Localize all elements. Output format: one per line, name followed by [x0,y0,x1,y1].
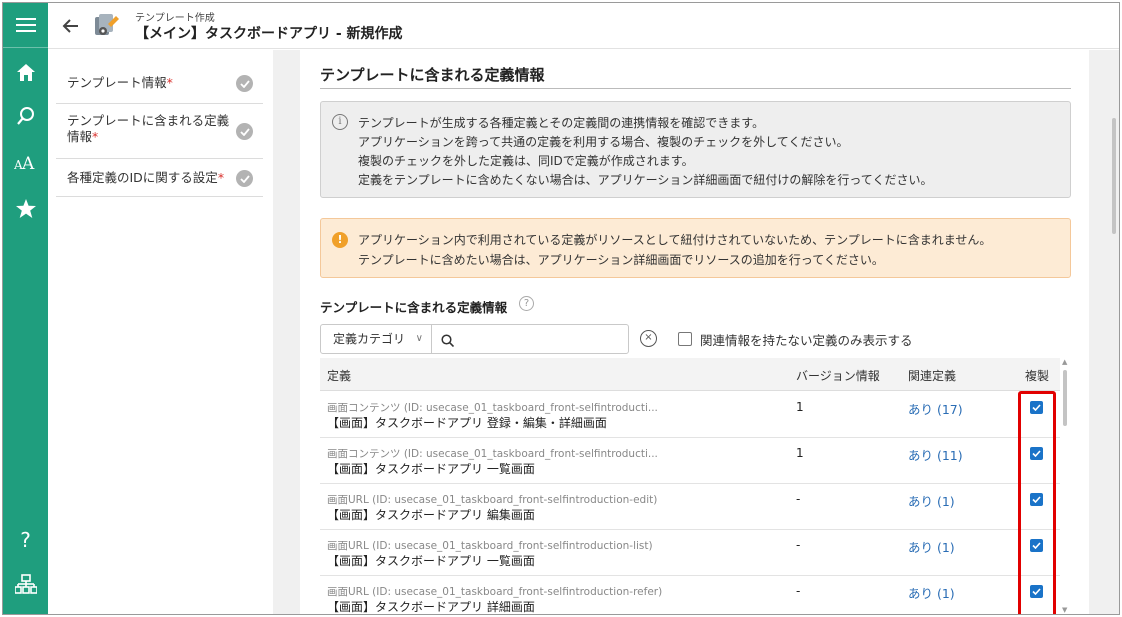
clear-search-icon[interactable]: × [640,330,657,347]
font-size-icon[interactable]: AA [3,142,48,182]
only-unrelated-checkbox[interactable] [678,332,692,346]
definitions-list-title: テンプレートに含まれる定義情報 [320,300,508,315]
table-row: 画面コンテンツ (ID: usecase_01_taskboard_front-… [320,438,1060,484]
page-scrollbar[interactable] [1109,50,1119,614]
info-message: i テンプレートが生成する各種定義とその定義間の連携情報を確認できます。 アプリ… [320,101,1071,198]
definition-name: 【画面】タスクボードアプリ 詳細画面 [327,600,535,614]
svg-text:A: A [21,154,35,171]
home-icon[interactable] [3,52,48,92]
step-navigation: テンプレート情報* テンプレートに含まれる定義 情報* 各種定義のIDに関する設定… [48,50,273,614]
star-icon[interactable] [3,188,48,228]
version-value: - [796,492,801,506]
step-template-info[interactable]: テンプレート情報* [56,58,263,104]
page-header: テンプレート作成 【メイン】タスクボードアプリ - 新規作成 [48,3,1119,49]
table-header: 定義 バージョン情報 関連定義 複製 [320,358,1060,391]
only-unrelated-label[interactable]: 関連情報を持たない定義のみ表示する [700,330,913,349]
related-definitions-link[interactable]: あり (1) [908,583,955,602]
step-complete-icon [236,170,253,187]
required-mark: * [92,129,99,144]
help-glyph: ? [20,528,31,552]
column-header-duplicate[interactable]: 複製 [1025,367,1049,384]
section-divider [320,88,1071,89]
related-definitions-link[interactable]: あり (11) [908,445,963,464]
global-rail: AA ? [3,3,48,614]
step-id-settings[interactable]: 各種定義のIDに関する設定* [56,159,263,197]
search-icon[interactable] [3,96,48,136]
definition-id: 画面コンテンツ (ID: usecase_01_taskboard_front-… [327,402,658,414]
table-row: 画面URL (ID: usecase_01_taskboard_front-se… [320,530,1060,576]
definition-name: 【画面】タスクボードアプリ 登録・編集・詳細画面 [327,416,607,430]
info-line: 複製のチェックを外した定義は、同IDで定義が作成されます。 [358,154,694,168]
main-content: テンプレートに含まれる定義情報 i テンプレートが生成する各種定義とその定義間の… [300,50,1089,614]
sitemap-icon[interactable] [3,564,48,604]
info-line: アプリケーションを跨って共通の定義を利用する場合、複製のチェックを外してください… [358,135,849,149]
template-app-icon [94,12,120,38]
definition-id: 画面コンテンツ (ID: usecase_01_taskboard_front-… [327,448,658,460]
info-line: 定義をテンプレートに含めたくない場合は、アプリケーション詳細画面で紐付けの解除を… [358,173,933,187]
page-scrollbar-thumb[interactable] [1112,118,1116,234]
definition-name: 【画面】タスクボードアプリ 編集画面 [327,508,535,522]
table-scrollbar[interactable]: ▲ ▼ [1061,358,1069,614]
version-value: 1 [796,400,804,414]
info-icon: i [332,114,348,130]
scroll-down-arrow-icon[interactable]: ▼ [1062,606,1067,614]
step-complete-icon [236,123,253,140]
duplicate-column-highlight [1018,391,1056,614]
step-label-line2: 情報 [67,129,93,144]
required-mark: * [217,170,225,185]
step-label: 各種定義のIDに関する設定 [67,170,218,185]
definition-id: 画面URL (ID: usecase_01_taskboard_front-se… [327,494,658,506]
app-window: AA ? テンプレート作成 【メイン】タスクボードアプリ - 新規作成 テンプレ… [2,2,1120,615]
section-title: テンプレートに含まれる定義情報 [320,66,545,84]
table-row: 画面コンテンツ (ID: usecase_01_taskboard_front-… [320,392,1060,438]
help-icon[interactable]: ? [519,296,534,311]
warning-icon: ! [332,232,348,248]
step-label: テンプレート情報 [67,75,167,90]
related-definitions-link[interactable]: あり (17) [908,399,963,418]
warning-line: アプリケーション内で利用されている定義がリソースとして紐付けされていないため、テ… [358,233,992,247]
category-dropdown[interactable]: 定義カテゴリ ∨ [321,325,432,353]
search-input[interactable] [461,328,621,350]
related-definitions-link[interactable]: あり (1) [908,491,955,510]
required-mark: * [166,75,173,90]
search-icon [441,332,455,351]
breadcrumb: テンプレート作成 [135,13,215,24]
category-label: 定義カテゴリ [333,332,406,346]
version-value: 1 [796,446,804,460]
help-icon[interactable]: ? [3,520,48,560]
related-definitions-link[interactable]: あり (1) [908,537,955,556]
definition-name: 【画面】タスクボードアプリ 一覧画面 [327,554,535,568]
info-line: テンプレートが生成する各種定義とその定義間の連携情報を確認できます。 [358,116,765,130]
definition-id: 画面URL (ID: usecase_01_taskboard_front-se… [327,540,653,552]
column-header-related[interactable]: 関連定義 [908,367,956,384]
warning-line: テンプレートに含めたい場合は、アプリケーション詳細画面でリソースの追加を行ってく… [358,253,884,267]
filter-bar: 定義カテゴリ ∨ [320,324,629,354]
scroll-up-arrow-icon[interactable]: ▲ [1062,358,1067,366]
column-header-version[interactable]: バージョン情報 [796,367,880,384]
definition-name: 【画面】タスクボードアプリ 一覧画面 [327,462,535,476]
warning-message: ! アプリケーション内で利用されている定義がリソースとして紐付けされていないため… [320,218,1071,278]
page-title: 【メイン】タスクボードアプリ - 新規作成 [135,26,403,42]
table-row: 画面URL (ID: usecase_01_taskboard_front-se… [320,576,1060,614]
table-row: 画面URL (ID: usecase_01_taskboard_front-se… [320,484,1060,530]
step-complete-icon [236,75,253,92]
definition-id: 画面URL (ID: usecase_01_taskboard_front-se… [327,586,663,598]
chevron-down-icon: ∨ [415,333,423,344]
version-value: - [796,584,801,598]
menu-icon[interactable] [3,5,48,45]
step-included-definitions[interactable]: テンプレートに含まれる定義 情報* [56,104,263,159]
column-header-definition[interactable]: 定義 [327,367,351,384]
definitions-table: 定義 バージョン情報 関連定義 複製 画面コンテンツ (ID: usecase_… [320,358,1060,614]
version-value: - [796,538,801,552]
back-arrow-icon[interactable] [60,15,82,37]
step-label: テンプレートに含まれる定義 [67,113,230,128]
table-scrollbar-thumb[interactable] [1063,370,1067,426]
